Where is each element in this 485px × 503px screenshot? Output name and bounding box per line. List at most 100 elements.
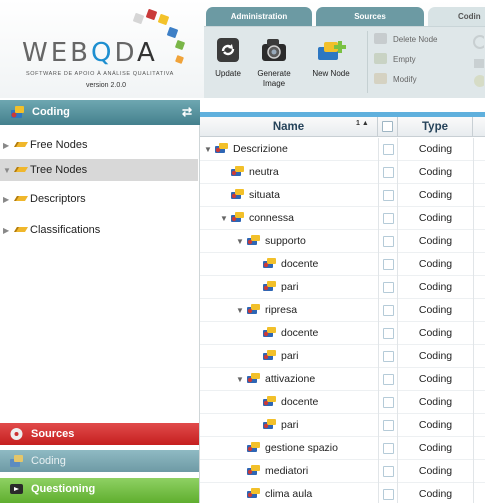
nav-classifications[interactable]: ▶ Classifications <box>0 219 198 241</box>
collapse-arrow-icon[interactable]: ▼ <box>236 368 246 391</box>
node-name: clima aula <box>265 488 313 500</box>
row-checkbox-cell <box>378 161 398 184</box>
section-sources[interactable]: Sources <box>0 423 199 445</box>
node-type-cell: Coding <box>418 212 453 224</box>
node-type-cell: Coding <box>418 350 453 362</box>
questioning-icon <box>9 482 24 496</box>
nav-descriptors[interactable]: ▶ Descriptors <box>0 188 198 210</box>
column-header-name[interactable]: Name <box>200 117 378 137</box>
node-name: attivazione <box>265 373 316 385</box>
expand-arrow-icon[interactable]: ▶ <box>3 135 13 157</box>
table-row[interactable]: clima aula Coding <box>200 483 485 503</box>
coding-icon <box>10 105 26 122</box>
row-checkbox[interactable] <box>383 466 394 477</box>
nav-descriptors-label: Descriptors <box>30 193 86 205</box>
main-tabs: Administration Sources Codin <box>204 7 485 26</box>
table-row[interactable]: pari Coding <box>200 345 485 368</box>
row-checkbox[interactable] <box>383 190 394 201</box>
node-name: Descrizione <box>233 143 288 155</box>
node-name: connessa <box>249 212 294 224</box>
node-type-cell: Coding <box>418 465 453 477</box>
table-row[interactable]: docente Coding <box>200 391 485 414</box>
collapse-arrow-icon[interactable]: ▼ <box>236 230 246 253</box>
row-checkbox-cell <box>378 391 398 414</box>
table-row[interactable]: neutra Coding <box>200 161 485 184</box>
refresh-icon[interactable]: ⇄ <box>182 105 192 119</box>
row-checkbox[interactable] <box>383 397 394 408</box>
column-header-type[interactable]: Type <box>398 117 473 137</box>
row-checkbox[interactable] <box>383 144 394 155</box>
table-row[interactable]: ▼ connessa Coding <box>200 207 485 230</box>
update-button[interactable]: Update <box>210 37 246 79</box>
tab-administration[interactable]: Administration <box>206 7 312 26</box>
section-questioning[interactable]: Questioning <box>0 478 199 503</box>
table-row[interactable]: ▼ supporto Coding <box>200 230 485 253</box>
row-checkbox[interactable] <box>383 236 394 247</box>
tab-sources[interactable]: Sources <box>316 7 424 26</box>
column-divider <box>473 437 474 460</box>
nav-free-nodes[interactable]: ▶ Free Nodes <box>0 134 198 156</box>
node-icon <box>230 186 246 199</box>
row-checkbox[interactable] <box>383 351 394 362</box>
row-checkbox[interactable] <box>383 282 394 293</box>
node-name-cell: mediatori <box>236 460 308 483</box>
collapse-arrow-icon[interactable]: ▼ <box>236 299 246 322</box>
node-name: pari <box>281 419 299 431</box>
expand-arrow-icon[interactable]: ▶ <box>3 189 13 211</box>
node-icon <box>246 301 262 314</box>
row-checkbox-cell <box>378 299 398 322</box>
node-icon <box>230 163 246 176</box>
table-row[interactable]: mediatori Coding <box>200 460 485 483</box>
row-checkbox[interactable] <box>383 259 394 270</box>
coding-panel-header: Coding ⇄ <box>0 100 200 125</box>
empty-button[interactable]: Empty <box>374 52 416 67</box>
table-row[interactable]: ▼ Descrizione Coding <box>200 138 485 161</box>
modify-label: Modify <box>393 75 417 84</box>
coding-icon <box>9 454 24 468</box>
tab-coding[interactable]: Codin <box>428 7 485 26</box>
collapse-arrow-icon[interactable]: ▼ <box>204 138 214 161</box>
section-coding[interactable]: Coding <box>0 450 199 472</box>
table-row[interactable]: gestione spazio Coding <box>200 437 485 460</box>
new-node-button[interactable]: New Node <box>308 37 354 79</box>
node-type-cell: Coding <box>418 419 453 431</box>
new-node-label: New Node <box>312 69 350 78</box>
new-node-icon <box>308 37 354 66</box>
node-name: gestione spazio <box>265 442 338 454</box>
table-row[interactable]: ▼ attivazione Coding <box>200 368 485 391</box>
row-checkbox[interactable] <box>383 213 394 224</box>
row-checkbox[interactable] <box>383 305 394 316</box>
select-all-checkbox[interactable] <box>382 121 393 132</box>
table-row[interactable]: situata Coding <box>200 184 485 207</box>
expand-arrow-icon[interactable]: ▶ <box>3 220 13 242</box>
modify-button[interactable]: Modify <box>374 72 417 87</box>
collapse-arrow-icon[interactable]: ▼ <box>3 160 13 182</box>
row-checkbox[interactable] <box>383 328 394 339</box>
generate-image-button[interactable]: Generate Image <box>252 35 296 89</box>
nav-tree-nodes[interactable]: ▼ Tree Nodes <box>0 159 198 181</box>
row-checkbox[interactable] <box>383 374 394 385</box>
app-header: WEBQDA SOFTWARE DE APOIO À ANÁLISE QUALI… <box>0 0 485 98</box>
node-type-cell: Coding <box>418 304 453 316</box>
sources-icon <box>9 427 24 441</box>
row-checkbox[interactable] <box>383 420 394 431</box>
node-name-cell: docente <box>252 253 318 276</box>
row-checkbox[interactable] <box>383 443 394 454</box>
delete-node-button[interactable]: Delete Node <box>374 32 437 47</box>
row-checkbox[interactable] <box>383 489 394 500</box>
collapse-arrow-icon[interactable]: ▼ <box>220 207 230 230</box>
node-icon <box>262 416 278 429</box>
table-row[interactable]: docente Coding <box>200 322 485 345</box>
sort-indicator[interactable]: 1 ▲ <box>356 120 369 127</box>
table-row[interactable]: docente Coding <box>200 253 485 276</box>
ribbon-overflow-icons <box>470 33 485 91</box>
empty-icon <box>374 53 387 64</box>
ribbon-divider <box>367 31 368 93</box>
node-name: pari <box>281 350 299 362</box>
row-checkbox[interactable] <box>383 167 394 178</box>
table-row[interactable]: ▼ ripresa Coding <box>200 299 485 322</box>
table-row[interactable]: pari Coding <box>200 276 485 299</box>
node-name-cell: docente <box>252 322 318 345</box>
table-row[interactable]: pari Coding <box>200 414 485 437</box>
node-name: mediatori <box>265 465 309 477</box>
